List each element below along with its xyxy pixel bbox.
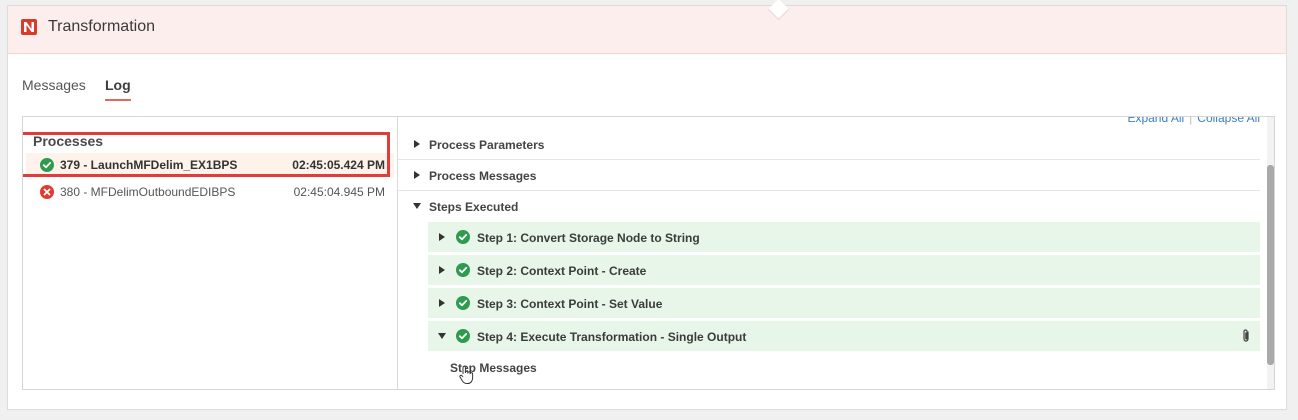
caret-right-icon	[414, 140, 420, 148]
popover-caret	[767, 0, 790, 21]
section-process-parameters[interactable]: Process Parameters	[398, 129, 1260, 160]
step-row-4[interactable]: Step 4: Execute Transformation - Single …	[428, 321, 1260, 351]
process-time: 02:45:05.424 PM	[292, 158, 385, 172]
step-label: Step 4: Execute Transformation - Single …	[477, 330, 747, 344]
scrollbar-thumb[interactable]	[1267, 165, 1274, 365]
process-time: 02:45:04.945 PM	[293, 185, 385, 199]
section-process-messages[interactable]: Process Messages	[398, 160, 1260, 191]
step-label: Step 1: Convert Storage Node to String	[477, 231, 700, 245]
log-panel: Processes 379 - LaunchMFDelim_EX1BPS 02:…	[22, 116, 1275, 390]
success-check-icon	[456, 329, 470, 343]
section-steps-executed[interactable]: Steps Executed	[398, 191, 1260, 221]
expand-collapse-links: Expand All | Collapse All	[1127, 116, 1260, 125]
success-check-icon	[40, 158, 54, 172]
caret-right-icon	[414, 171, 420, 179]
step-label: Step 2: Context Point - Create	[477, 264, 647, 278]
section-label: Steps Executed	[429, 200, 519, 214]
process-row-380[interactable]: 380 - MFDelimOutboundEDIBPS 02:45:04.945…	[26, 180, 394, 204]
processes-pane: Processes 379 - LaunchMFDelim_EX1BPS 02:…	[23, 117, 398, 389]
tab-messages[interactable]: Messages	[22, 77, 86, 93]
section-label: Process Parameters	[429, 138, 545, 152]
step-row-1[interactable]: Step 1: Convert Storage Node to String	[428, 222, 1260, 252]
caret-right-icon	[439, 233, 445, 241]
title-bar: Transformation	[8, 0, 1286, 54]
success-check-icon	[456, 296, 470, 310]
caret-down-icon	[413, 203, 421, 209]
details-pane: Expand All | Collapse All Process Paramete…	[398, 117, 1274, 389]
section-label: Process Messages	[429, 169, 537, 183]
caret-right-icon	[439, 266, 445, 274]
hand-cursor-icon	[459, 365, 474, 384]
tab-log[interactable]: Log	[105, 77, 131, 101]
error-x-icon	[40, 185, 54, 199]
caret-down-icon	[438, 333, 446, 339]
success-check-icon	[456, 263, 470, 277]
process-name: 380 - MFDelimOutboundEDIBPS	[60, 185, 236, 199]
process-name: 379 - LaunchMFDelim_EX1BPS	[60, 158, 238, 172]
caret-right-icon	[439, 299, 445, 307]
link-separator: |	[1189, 116, 1193, 125]
collapse-all-link[interactable]: Collapse All	[1197, 117, 1260, 125]
window-title: Transformation	[48, 18, 155, 35]
step-label: Step 3: Context Point - Set Value	[477, 297, 663, 311]
attachment-paperclip-icon[interactable]	[1240, 328, 1252, 344]
process-row-379[interactable]: 379 - LaunchMFDelim_EX1BPS 02:45:05.424 …	[26, 153, 394, 177]
transformation-window: Transformation Messages Log Processes 37…	[7, 0, 1287, 410]
logo-icon	[21, 19, 37, 35]
success-check-icon	[456, 230, 470, 244]
processes-header: Processes	[33, 133, 104, 149]
expand-all-link[interactable]: Expand All	[1127, 117, 1184, 125]
step-row-2[interactable]: Step 2: Context Point - Create	[428, 255, 1260, 285]
step-row-3[interactable]: Step 3: Context Point - Set Value	[428, 288, 1260, 318]
